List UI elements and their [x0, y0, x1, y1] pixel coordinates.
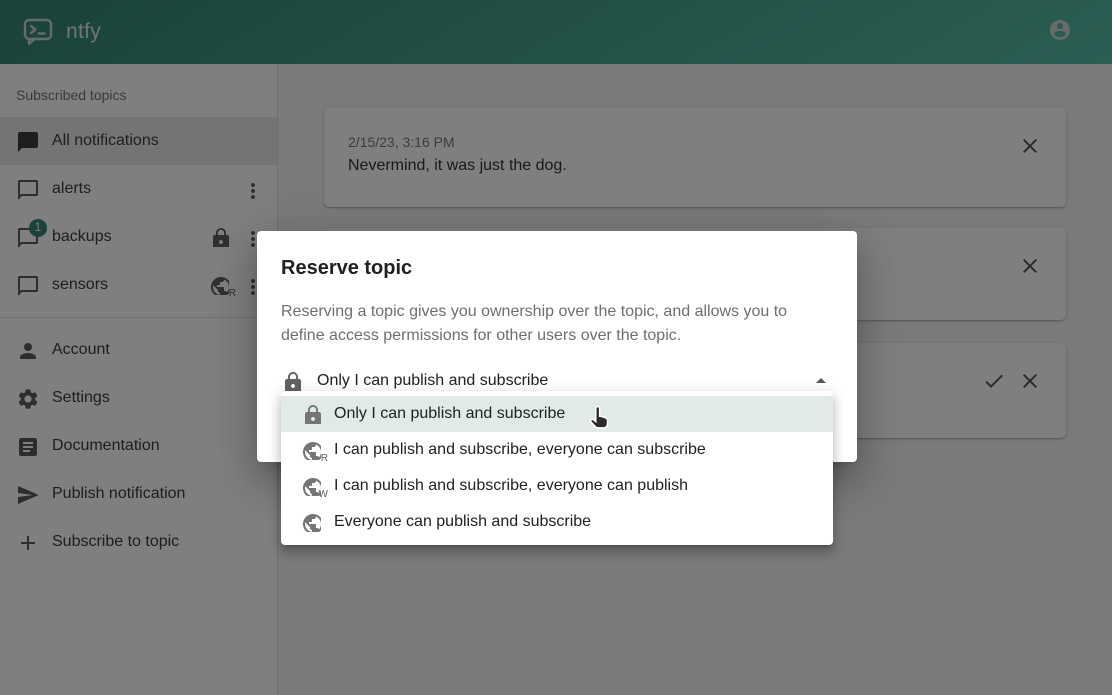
dialog-title: Reserve topic	[281, 254, 833, 282]
globe-icon	[301, 512, 321, 532]
menu-option-only-me[interactable]: Only I can publish and subscribe	[281, 396, 833, 432]
menu-option-everyone-write[interactable]: W I can publish and subscribe, everyone …	[281, 468, 833, 504]
menu-option-label: I can publish and subscribe, everyone ca…	[334, 477, 688, 495]
lock-icon	[281, 371, 301, 391]
menu-option-label: Only I can publish and subscribe	[334, 405, 565, 423]
select-value: Only I can publish and subscribe	[317, 372, 809, 390]
globe-write-icon: W	[301, 476, 321, 496]
menu-option-everyone-read-write[interactable]: Everyone can publish and subscribe	[281, 504, 833, 540]
menu-option-label: I can publish and subscribe, everyone ca…	[334, 441, 706, 459]
lock-icon	[301, 404, 321, 424]
menu-option-label: Everyone can publish and subscribe	[334, 513, 591, 531]
globe-read-icon: R	[301, 440, 321, 460]
dropdown-arrow-up-icon	[809, 369, 833, 393]
menu-option-everyone-read[interactable]: R I can publish and subscribe, everyone …	[281, 432, 833, 468]
access-permission-menu: Only I can publish and subscribe R I can…	[281, 391, 833, 545]
dialog-description: Reserving a topic gives you ownership ov…	[281, 300, 833, 348]
